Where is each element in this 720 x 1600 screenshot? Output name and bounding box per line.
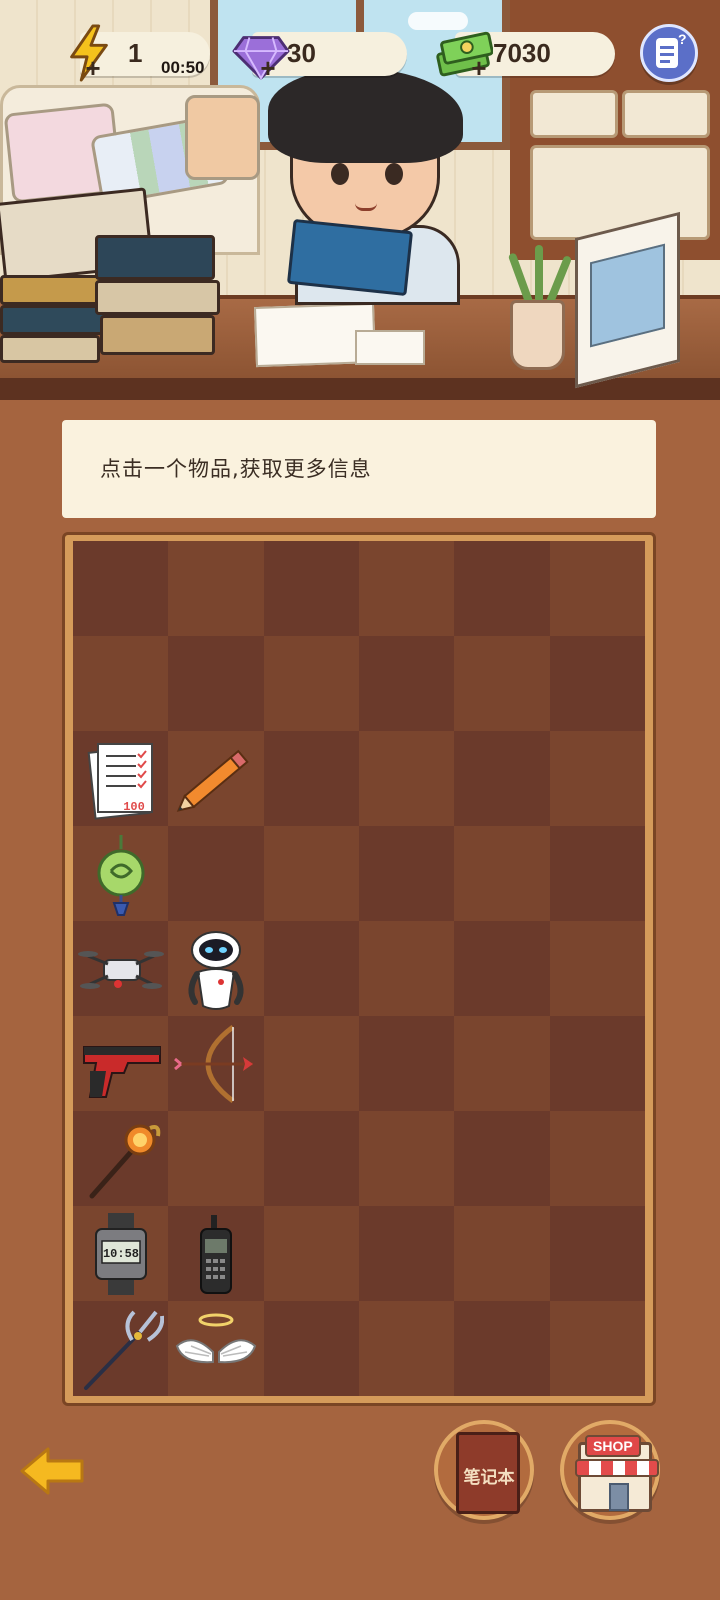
grid-cell: [549, 826, 645, 921]
gem-value: 30: [287, 38, 316, 68]
grid-cell[interactable]: [168, 1301, 264, 1396]
shop-button[interactable]: SHOP: [560, 1420, 660, 1520]
grid-cell: [454, 1206, 550, 1301]
hint-text: 点击一个物品,获取更多信息: [100, 457, 372, 481]
notebook-icon: 笔记本: [456, 1432, 520, 1514]
grid-cell[interactable]: [73, 826, 169, 921]
grid-cell: [73, 636, 169, 731]
grid-cell: [454, 1016, 550, 1111]
cupid-bow-icon: [174, 1024, 253, 1103]
svg-text:?: ?: [678, 31, 687, 47]
cash-value: 7030: [493, 38, 551, 68]
robot-icon: [188, 930, 244, 1010]
item-label: 10:58: [103, 1247, 139, 1261]
pillow: [185, 95, 260, 180]
magic-staff-icon: [89, 1124, 160, 1198]
grid-cell: [454, 731, 550, 826]
grid-cell[interactable]: [168, 921, 264, 1016]
grid-cell: [454, 921, 550, 1016]
grid-cell[interactable]: [73, 1301, 169, 1396]
grid-cell: [454, 636, 550, 731]
grid-cell: [359, 731, 455, 826]
grid-cell: [454, 1111, 550, 1206]
back-arrow-icon[interactable]: [18, 1445, 88, 1497]
energy-value: 1: [128, 38, 143, 68]
digital-watch-icon: 10:58: [94, 1212, 147, 1295]
grid-cell: [549, 636, 645, 731]
hint-banner: 点击一个物品,获取更多信息: [55, 420, 656, 518]
grid-cell: [359, 826, 455, 921]
grid-cell: [359, 541, 455, 636]
jade-pendant-icon: [97, 834, 145, 916]
inventory-panel: 100 10:58: [62, 532, 656, 1406]
shop-label: SHOP: [585, 1435, 641, 1457]
grid-cell: [263, 731, 359, 826]
grid-cell: [263, 1206, 359, 1301]
cash-plus-icon[interactable]: +: [468, 55, 490, 81]
grid-cell[interactable]: [168, 1016, 264, 1111]
grid-cell: [359, 921, 455, 1016]
grid-cell: [359, 1206, 455, 1301]
drone-icon: [77, 950, 164, 989]
grid-cell: [454, 1301, 550, 1396]
grid-cell: [549, 1301, 645, 1396]
grid-cell[interactable]: 10:58: [73, 1206, 169, 1301]
grid-cell: [549, 1111, 645, 1206]
shop-icon: SHOP: [575, 1435, 659, 1512]
grid-cell: [168, 826, 264, 921]
character-book: [286, 218, 414, 297]
angel-wings-icon: [175, 1313, 257, 1363]
grid-cell: [263, 541, 359, 636]
grid-cell: [454, 541, 550, 636]
grid-cell[interactable]: 100: [73, 731, 169, 826]
help-button[interactable]: ?: [640, 24, 698, 82]
calendar: [575, 211, 680, 389]
grid-cell: [359, 1016, 455, 1111]
energy-timer: 00:50: [161, 58, 205, 77]
grid-cell[interactable]: [73, 921, 169, 1016]
notebook-label: 笔记本: [463, 1468, 515, 1488]
grid-cell: [359, 636, 455, 731]
grid-cell: [549, 1016, 645, 1111]
grid-cell[interactable]: [168, 1206, 264, 1301]
grid-cell: [168, 636, 264, 731]
grid-cell[interactable]: [73, 1111, 169, 1206]
grid-cell: [168, 1111, 264, 1206]
help-notes-icon: ?: [656, 31, 687, 68]
grid-cell: [359, 1301, 455, 1396]
grid-cell: [549, 1206, 645, 1301]
test-paper-icon: 100: [87, 742, 153, 820]
grid-cell: [454, 826, 550, 921]
grid-cell: [263, 636, 359, 731]
trident-icon: [83, 1310, 164, 1390]
grid-cell: [263, 921, 359, 1016]
grid-cell[interactable]: [73, 1016, 169, 1111]
grid-cell: [263, 1111, 359, 1206]
plant-pot: [510, 300, 565, 370]
gem-plus-icon[interactable]: +: [257, 55, 279, 81]
grid-cell: [263, 1301, 359, 1396]
grid-cell: [359, 1111, 455, 1206]
pencil-icon: [176, 749, 249, 812]
notebook-button[interactable]: 笔记本: [434, 1420, 534, 1520]
grid-cell: [549, 921, 645, 1016]
grid-cell: [549, 731, 645, 826]
pistol-icon: [82, 1045, 161, 1098]
item-label: 100: [123, 800, 145, 814]
grid-cell: [549, 541, 645, 636]
grid-cell[interactable]: [168, 731, 264, 826]
grid-cell: [263, 826, 359, 921]
brick-phone-icon: [199, 1214, 232, 1294]
grid-cell: [263, 1016, 359, 1111]
grid-cell: [73, 541, 169, 636]
inventory-grid: 100 10:58: [73, 541, 645, 1396]
energy-plus-icon[interactable]: +: [82, 55, 104, 81]
grid-cell: [168, 541, 264, 636]
